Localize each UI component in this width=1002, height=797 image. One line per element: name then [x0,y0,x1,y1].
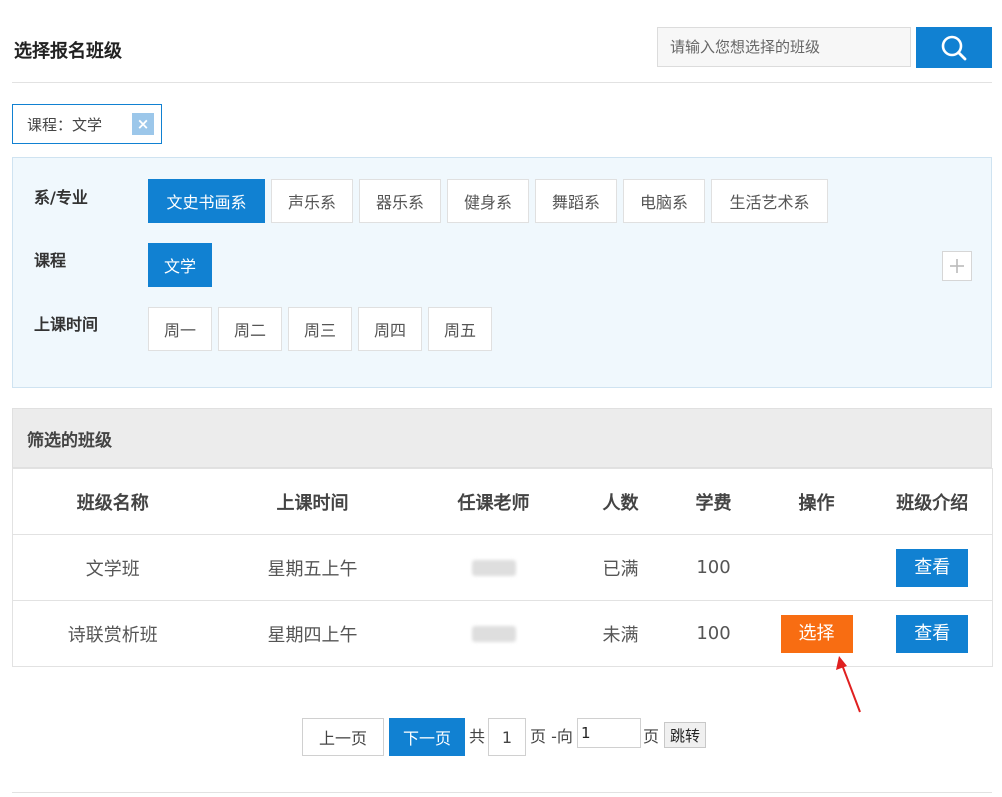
search-input[interactable] [657,27,911,67]
results-header: 筛选的班级 [12,408,992,468]
page-suffix: 页 [643,727,660,746]
class-name: 文学班 [12,534,213,601]
next-page-button[interactable]: 下一页 [389,718,465,756]
select-button[interactable]: 选择 [780,614,853,653]
time-option[interactable]: 周三 [288,307,352,351]
class-name: 诗联赏析班 [12,600,213,667]
plus-icon [950,259,964,273]
expand-button[interactable] [942,251,972,281]
time-option[interactable]: 周二 [218,307,282,351]
department-option[interactable]: 健身系 [447,179,529,223]
teacher-cell [412,534,575,601]
enrollment-status: 未满 [574,600,667,667]
column-header: 上课时间 [212,468,413,535]
department-option[interactable]: 生活艺术系 [711,179,828,223]
time-option[interactable]: 周四 [358,307,422,351]
time-option[interactable]: 周一 [148,307,212,351]
results-table: 班级名称 上课时间 任课老师 人数 学费 操作 班级介绍 文学班 星期五上午 已… [12,468,993,667]
table-header-row: 班级名称 上课时间 任课老师 人数 学费 操作 班级介绍 [12,468,993,535]
goto-text: 页 -向 [530,727,573,746]
class-fee: 100 [666,534,761,601]
search-button[interactable] [916,27,992,68]
department-label: 系/专业 [34,188,88,207]
header-divider [12,82,992,83]
detail-cell: 查看 [872,534,993,601]
department-option[interactable]: 声乐系 [271,179,353,223]
annotation-arrow-icon [836,656,861,713]
total-prefix: 共 [469,727,486,746]
search-icon [941,35,967,60]
class-time: 星期四上午 [212,600,413,667]
course-label: 课程 [34,251,67,270]
column-header: 班级名称 [12,468,213,535]
department-option[interactable]: 电脑系 [623,179,705,223]
time-option[interactable]: 周五 [428,307,492,351]
course-option[interactable]: 文学 [148,243,212,287]
close-icon[interactable]: × [132,113,154,135]
prev-page-button[interactable]: 上一页 [302,718,384,756]
detail-cell: 查看 [872,600,993,667]
column-header: 操作 [760,468,873,535]
column-header: 班级介绍 [872,468,993,535]
goto-page-input[interactable] [577,718,641,748]
department-option[interactable]: 器乐系 [359,179,441,223]
class-time: 星期五上午 [212,534,413,601]
teacher-name-blurred [471,626,516,642]
department-option[interactable]: 文史书画系 [148,179,265,223]
page-title: 选择报名班级 [14,41,122,62]
view-button[interactable]: 查看 [896,548,969,587]
column-header: 人数 [574,468,667,535]
enrollment-status: 已满 [574,534,667,601]
table-row: 文学班 星期五上午 已满 100 查看 [12,534,993,601]
filter-panel: 系/专业 文史书画系 声乐系 器乐系 健身系 舞蹈系 电脑系 生活艺术系 课程 … [12,157,992,388]
column-header: 学费 [666,468,761,535]
view-button[interactable]: 查看 [896,614,969,653]
jump-button[interactable]: 跳转 [664,722,706,748]
time-label: 上课时间 [34,315,99,334]
teacher-name-blurred [471,560,516,576]
active-filter-label: 课程：文学 [27,115,103,134]
department-option[interactable]: 舞蹈系 [535,179,617,223]
total-pages: 1 [488,718,526,756]
action-cell [760,534,873,601]
footer-divider [12,792,992,793]
teacher-cell [412,600,575,667]
column-header: 任课老师 [412,468,575,535]
class-fee: 100 [666,600,761,667]
active-filter-chip: 课程：文学 × [12,104,162,144]
